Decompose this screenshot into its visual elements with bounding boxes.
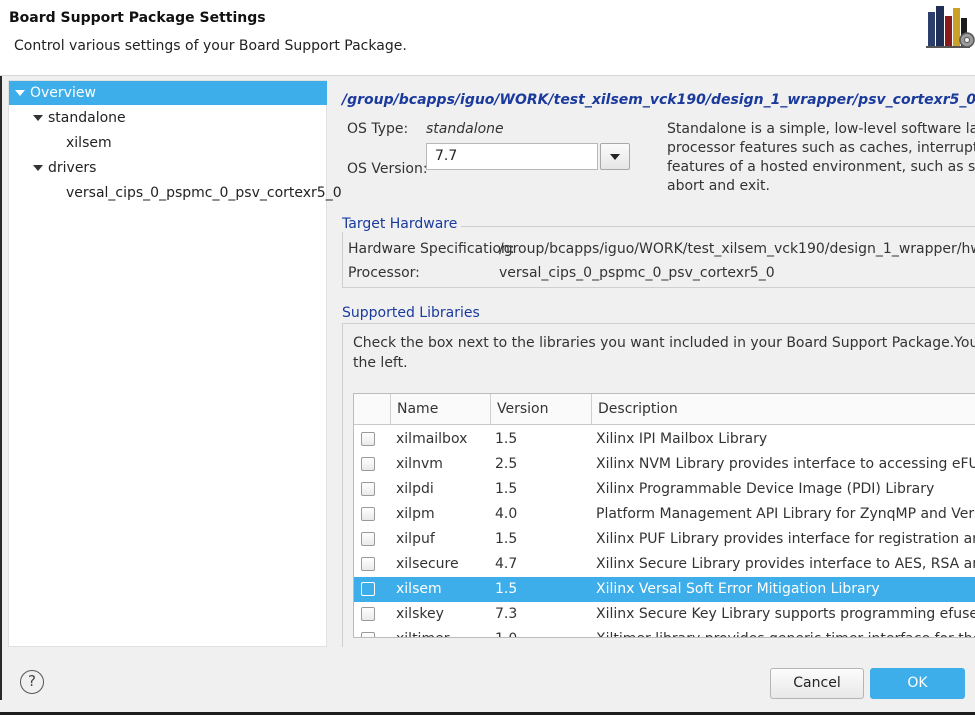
table-row[interactable]: xilsecure 4.7 Xilinx Secure Library provid… bbox=[354, 552, 975, 577]
column-header-description[interactable]: Description bbox=[592, 394, 975, 424]
os-description: Standalone is a simple, low-level softwa… bbox=[667, 121, 975, 194]
library-checkbox[interactable] bbox=[361, 582, 375, 596]
library-description: Xiltimer library provides generic timer … bbox=[596, 627, 975, 637]
processor-label: Processor: bbox=[348, 265, 420, 281]
tree-item-label: versal_cips_0_pspmc_0_psv_cortexr5_0 bbox=[66, 185, 342, 201]
table-row[interactable]: xilmailbox 1.5 Xilinx IPI Mailbox Library bbox=[354, 427, 975, 452]
supported-libraries-title: Supported Libraries bbox=[342, 305, 484, 321]
library-description: Platform Management API Library for Zynq… bbox=[596, 506, 975, 522]
table-row[interactable]: xilnvm 2.5 Xilinx NVM Library provides int… bbox=[354, 452, 975, 477]
expand-arrow-icon[interactable] bbox=[33, 115, 43, 121]
dialog-subtitle: Control various settings of your Board S… bbox=[14, 38, 407, 54]
tree-item-overview[interactable]: Overview bbox=[9, 81, 327, 105]
library-version: 4.0 bbox=[495, 506, 518, 522]
cancel-button[interactable]: Cancel bbox=[770, 668, 864, 699]
table-row[interactable]: xilpm 4.0 Platform Management API Library … bbox=[354, 502, 975, 527]
table-row[interactable]: xilsem 1.5 Xilinx Versal Soft Error Mitiga… bbox=[354, 577, 975, 602]
libraries-instructions: Check the box next to the libraries you … bbox=[353, 335, 975, 371]
library-name: xilskey bbox=[396, 606, 444, 622]
overview-panel: /group/bcapps/iguo/WORK/test_xilsem_vck1… bbox=[335, 80, 975, 647]
library-checkbox[interactable] bbox=[361, 432, 375, 446]
library-version: 7.3 bbox=[495, 606, 518, 622]
column-header-version[interactable]: Version bbox=[491, 394, 592, 424]
library-description: Xilinx IPI Mailbox Library bbox=[596, 431, 768, 447]
library-version: 1.5 bbox=[495, 431, 518, 447]
library-description: Xilinx PUF Library provides interface fo… bbox=[596, 531, 975, 547]
library-version: 1.5 bbox=[495, 581, 518, 597]
bsp-path: /group/bcapps/iguo/WORK/test_xilsem_vck1… bbox=[342, 92, 975, 108]
os-type-label: OS Type: bbox=[347, 121, 409, 137]
window-edge bbox=[0, 76, 2, 700]
tree-item-label: standalone bbox=[48, 110, 126, 126]
expand-arrow-icon[interactable] bbox=[15, 90, 25, 96]
library-checkbox[interactable] bbox=[361, 482, 375, 496]
library-name: xilnvm bbox=[396, 456, 443, 472]
library-checkbox[interactable] bbox=[361, 507, 375, 521]
table-row[interactable]: xilpuf 1.5 Xilinx PUF Library provides int… bbox=[354, 527, 975, 552]
os-version-label: OS Version: bbox=[347, 161, 428, 177]
tree-item-label: drivers bbox=[48, 160, 97, 176]
library-description: Xilinx Programmable Device Image (PDI) L… bbox=[596, 481, 935, 497]
library-version: 1.5 bbox=[495, 531, 518, 547]
library-checkbox[interactable] bbox=[361, 607, 375, 621]
processor-value: versal_cips_0_pspmc_0_psv_cortexr5_0 bbox=[499, 265, 775, 281]
library-description: Xilinx Secure Key Library supports progr… bbox=[596, 606, 975, 622]
library-name: xilpm bbox=[396, 506, 435, 522]
table-header: Name Version Description bbox=[354, 394, 975, 425]
help-icon[interactable]: ? bbox=[20, 670, 44, 694]
os-version-dropdown-button[interactable] bbox=[600, 143, 630, 170]
library-name: xilsem bbox=[396, 581, 442, 597]
library-checkbox[interactable] bbox=[361, 632, 375, 637]
libraries-table[interactable]: Name Version Description xilmailbox 1.5 Xi… bbox=[353, 393, 975, 638]
library-checkbox[interactable] bbox=[361, 457, 375, 471]
table-row[interactable]: xilpdi 1.5 Xilinx Programmable Device Imag… bbox=[354, 477, 975, 502]
column-header-check[interactable] bbox=[354, 394, 391, 424]
os-version-combo[interactable]: 7.7 bbox=[426, 143, 598, 170]
library-description: Xilinx NVM Library provides interface to… bbox=[596, 456, 975, 472]
ok-button[interactable]: OK bbox=[870, 668, 965, 699]
library-name: xilpdi bbox=[396, 481, 434, 497]
library-version: 1.0 bbox=[495, 627, 517, 637]
library-name: xiltimer bbox=[396, 627, 449, 637]
tree-item-label: Overview bbox=[30, 85, 96, 101]
settings-tree[interactable]: Overview standalone xilsem drivers versa… bbox=[8, 80, 342, 647]
library-checkbox[interactable] bbox=[361, 557, 375, 571]
books-gear-icon bbox=[926, 6, 975, 48]
column-header-name[interactable]: Name bbox=[391, 394, 491, 424]
header-divider bbox=[0, 75, 975, 76]
table-row[interactable]: xiltimer 1.0 Xiltimer library provides gen… bbox=[354, 627, 975, 637]
tree-item-standalone[interactable]: standalone bbox=[9, 106, 327, 130]
library-name: xilsecure bbox=[396, 556, 459, 572]
tree-item-driver-cortexr5[interactable]: versal_cips_0_pspmc_0_psv_cortexr5_0 bbox=[9, 181, 342, 205]
library-description: Xilinx Secure Library provides interface… bbox=[596, 556, 975, 572]
tree-item-xilsem[interactable]: xilsem bbox=[9, 131, 327, 155]
library-description: Xilinx Versal Soft Error Mitigation Libr… bbox=[596, 581, 880, 597]
dialog-title: Board Support Package Settings bbox=[9, 10, 266, 26]
hw-spec-value: /group/bcapps/iguo/WORK/test_xilsem_vck1… bbox=[499, 241, 975, 257]
expand-arrow-icon[interactable] bbox=[33, 165, 43, 171]
table-row[interactable]: xilskey 7.3 Xilinx Secure Key Library supp… bbox=[354, 602, 975, 627]
library-version: 4.7 bbox=[495, 556, 518, 572]
tree-item-drivers[interactable]: drivers bbox=[9, 156, 327, 180]
library-name: xilmailbox bbox=[396, 431, 468, 447]
library-checkbox[interactable] bbox=[361, 532, 375, 546]
library-name: xilpuf bbox=[396, 531, 435, 547]
library-version: 2.5 bbox=[495, 456, 518, 472]
dialog-header: Board Support Package Settings Control v… bbox=[0, 0, 975, 76]
os-type-value: standalone bbox=[426, 121, 504, 137]
tree-item-label: xilsem bbox=[66, 135, 112, 151]
library-version: 1.5 bbox=[495, 481, 518, 497]
target-hardware-title: Target Hardware bbox=[342, 216, 462, 232]
hw-spec-label: Hardware Specification: bbox=[348, 241, 515, 257]
